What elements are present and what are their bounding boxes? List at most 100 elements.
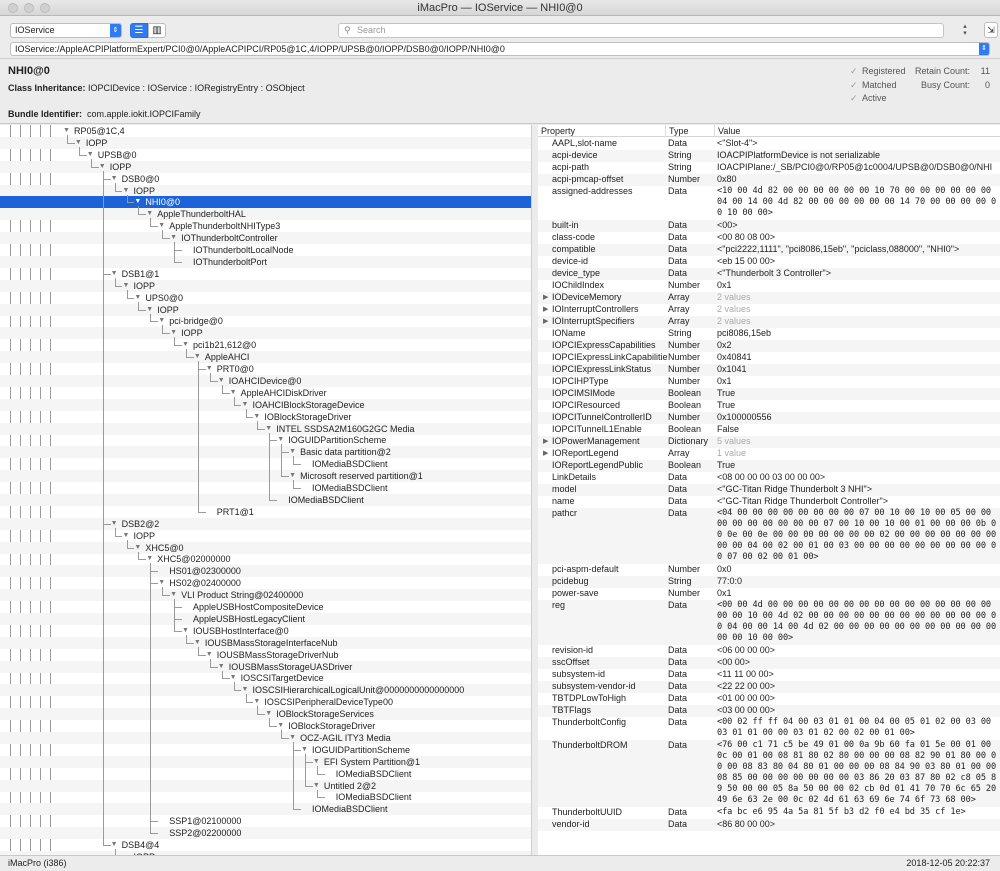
tree-row[interactable]: IOMediaBSDClient bbox=[0, 458, 531, 470]
tree-row[interactable]: ▼ IOBlockStorageServices bbox=[0, 708, 531, 721]
property-row[interactable]: IOPCIResourced Boolean True bbox=[538, 400, 1000, 412]
zoom-window-button[interactable] bbox=[40, 3, 50, 13]
tree-row[interactable]: ▼ pci-bridge@0 bbox=[0, 315, 531, 327]
tree-row[interactable]: ▼ IOPP bbox=[0, 279, 531, 292]
tree-row[interactable]: ▼ IOPP bbox=[0, 184, 531, 197]
property-row[interactable]: IOReportLegendPublic Boolean True bbox=[538, 460, 1000, 472]
property-row[interactable]: ▶ IOPowerManagement Dictionary 5 values bbox=[538, 436, 1000, 448]
tree-row[interactable]: ▼ AppleAHCIDiskDriver bbox=[0, 387, 531, 399]
tree-row[interactable]: IOThunderboltPort bbox=[0, 255, 531, 268]
tree-row[interactable]: ▼ VLI Product String@02400000 bbox=[0, 589, 531, 602]
property-row[interactable]: AAPL,slot-name Data <"Slot-4"> bbox=[538, 138, 1000, 150]
tree-row[interactable]: ▼ UPS0@0 bbox=[0, 292, 531, 304]
tree-row[interactable]: ▼ RP05@1C,4 bbox=[0, 125, 531, 137]
property-row[interactable]: vendor-id Data <86 80 00 00> bbox=[538, 819, 1000, 831]
property-row[interactable]: ▶ IOInterruptControllers Array 2 values bbox=[538, 304, 1000, 316]
tree-row[interactable]: ▼ OCZ-AGIL ITY3 Media bbox=[0, 731, 531, 744]
header-value[interactable]: Value bbox=[714, 125, 740, 137]
property-row[interactable]: device_type Data <"Thunderbolt 3 Controlle… bbox=[538, 268, 1000, 280]
list-view-button[interactable]: ☰ bbox=[130, 23, 148, 38]
tree-row[interactable]: ▼ IOBlockStorageDriver bbox=[0, 411, 531, 423]
tree-row[interactable]: ▼ IOSCSITargetDevice bbox=[0, 672, 531, 684]
disclosure-triangle-icon[interactable]: ▶ bbox=[543, 436, 548, 447]
tree-row[interactable]: ▼ AppleThunderboltHAL bbox=[0, 208, 531, 221]
tree-row[interactable]: ▼ IOPP bbox=[0, 160, 531, 173]
property-row[interactable]: pcidebug String 77:0:0 bbox=[538, 576, 1000, 588]
tree-row[interactable]: ▼ IOBlockStorageDriver bbox=[0, 720, 531, 732]
properties-table[interactable]: Property Type Value AAPL,slot-name Data <"… bbox=[538, 125, 1000, 855]
header-type[interactable]: Type bbox=[665, 125, 689, 137]
property-row[interactable]: acpi-device String IOACPIPlatformDevice is… bbox=[538, 150, 1000, 162]
minimize-window-button[interactable] bbox=[24, 3, 34, 13]
tree-row[interactable]: ▼ IOThunderboltController bbox=[0, 232, 531, 245]
property-row[interactable]: IOPCIExpressLinkCapabilities Number 0x4084… bbox=[538, 352, 1000, 364]
tree-row[interactable]: ▼ IOSCSIHierarchicalLogicalUnit@000000000… bbox=[0, 684, 531, 697]
tree-row[interactable]: ▼ IOAHCIDevice@0 bbox=[0, 374, 531, 387]
property-row[interactable]: IOPCIExpressLinkStatus Number 0x1041 bbox=[538, 364, 1000, 376]
property-row[interactable]: LinkDetails Data <08 00 00 00 03 00 00 00> bbox=[538, 472, 1000, 484]
tree-row[interactable]: ▼ DSB2@2 bbox=[0, 517, 531, 530]
property-row[interactable]: pci-aspm-default Number 0x0 bbox=[538, 564, 1000, 576]
plane-select[interactable]: IOService ⇕ bbox=[10, 23, 122, 38]
property-row[interactable]: model Data <"GC-Titan Ridge Thunderbolt 3 … bbox=[538, 484, 1000, 496]
property-row[interactable]: IOName String pci8086,15eb bbox=[538, 328, 1000, 340]
property-row[interactable]: name Data <"GC-Titan Ridge Thunderbolt Con… bbox=[538, 496, 1000, 508]
property-row[interactable]: ThunderboltUUID Data <fa bc e6 95 4a 5a 81… bbox=[538, 807, 1000, 819]
property-row[interactable]: built-in Data <00> bbox=[538, 220, 1000, 232]
property-row[interactable]: assigned-addresses Data <10 00 4d 82 00 00… bbox=[538, 186, 1000, 220]
tree-row[interactable]: ▼ IOUSBMassStorageUASDriver bbox=[0, 660, 531, 673]
tree-row[interactable]: ▼ IOSCSIPeripheralDeviceType00 bbox=[0, 696, 531, 708]
tree-row[interactable]: ▼ PRT0@0 bbox=[0, 363, 531, 375]
tree-row[interactable]: SSP1@02100000 bbox=[0, 815, 531, 827]
property-row[interactable]: ▶ IODeviceMemory Array 2 values bbox=[538, 292, 1000, 304]
tree-row[interactable]: HS01@02300000 bbox=[0, 565, 531, 578]
tree-row[interactable]: ▼ IOPP bbox=[0, 530, 531, 542]
property-row[interactable]: ▶ IOInterruptSpecifiers Array 2 values bbox=[538, 316, 1000, 328]
disclosure-triangle-icon[interactable]: ▶ bbox=[543, 292, 548, 303]
disclosure-triangle-icon[interactable]: ▶ bbox=[543, 448, 548, 459]
tree-row[interactable]: IOThunderboltLocalNode bbox=[0, 244, 531, 256]
property-row[interactable]: power-save Number 0x1 bbox=[538, 588, 1000, 600]
tree-row[interactable]: ▼ AppleThunderboltNHIType3 bbox=[0, 220, 531, 232]
tree-row[interactable]: IOMediaBSDClient bbox=[0, 768, 531, 780]
tree-row[interactable]: ▼ INTEL SSDSA2M160G2GC Media bbox=[0, 422, 531, 435]
tree-row[interactable]: ▼ IOPP bbox=[0, 327, 531, 340]
tree-row[interactable]: ▼ IOUSBMassStorageDriverNub bbox=[0, 649, 531, 661]
tree-row[interactable]: ▼ Basic data partition@2 bbox=[0, 446, 531, 459]
property-row[interactable]: IOChildIndex Number 0x1 bbox=[538, 280, 1000, 292]
tree-row[interactable]: SSP2@02200000 bbox=[0, 827, 531, 840]
header-property[interactable]: Property bbox=[538, 125, 575, 137]
export-button[interactable]: ⇲ bbox=[984, 22, 998, 38]
property-row[interactable]: revision-id Data <06 00 00 00> bbox=[538, 645, 1000, 657]
tree-row[interactable]: IOMediaBSDClient bbox=[0, 482, 531, 494]
property-row[interactable]: acpi-pmcap-offset Number 0x80 bbox=[538, 174, 1000, 186]
tree-row[interactable]: ▼ IOUSBHostInterface@0 bbox=[0, 625, 531, 637]
tree-row[interactable]: PRT1@1 bbox=[0, 506, 531, 518]
property-row[interactable]: TBTFlags Data <03 00 00 00> bbox=[538, 705, 1000, 717]
property-row[interactable]: subsystem-id Data <11 11 00 00> bbox=[538, 669, 1000, 681]
tree-row[interactable]: IOMediaBSDClient bbox=[0, 803, 531, 816]
property-row[interactable]: ThunderboltConfig Data <00 02 ff ff 04 00 … bbox=[538, 717, 1000, 740]
disclosure-triangle-icon[interactable]: ▶ bbox=[543, 304, 548, 315]
close-window-button[interactable] bbox=[8, 3, 18, 13]
search-stepper[interactable]: ▴ ▾ bbox=[960, 23, 970, 38]
tree-row[interactable]: ▼ HS02@02400000 bbox=[0, 577, 531, 589]
path-field[interactable]: IOService:/AppleACPIPlatformExpert/PCI0@… bbox=[10, 42, 990, 56]
property-row[interactable]: IOPCIMSIMode Boolean True bbox=[538, 388, 1000, 400]
property-row[interactable]: class-code Data <00 80 08 00> bbox=[538, 232, 1000, 244]
tree-row[interactable]: IOMediaBSDClient bbox=[0, 493, 531, 506]
property-row[interactable]: sscOffset Data <00 00> bbox=[538, 657, 1000, 669]
property-row[interactable]: IOPCIExpressCapabilities Number 0x2 bbox=[538, 340, 1000, 352]
tree-row[interactable]: ▼ IOPP bbox=[0, 303, 531, 316]
tree-row[interactable]: ▼ XHC5@0 bbox=[0, 541, 531, 554]
disclosure-triangle-icon[interactable]: ▶ bbox=[543, 316, 548, 327]
property-row[interactable]: IOPCITunnelControllerID Number 0x100000556 bbox=[538, 412, 1000, 424]
tree-row[interactable]: ▼ NHI0@0 bbox=[0, 196, 531, 209]
property-row[interactable]: device-id Data <eb 15 00 00> bbox=[538, 256, 1000, 268]
tree-row[interactable]: ▼ IOGUIDPartitionScheme bbox=[0, 434, 531, 446]
tree-row[interactable]: ▼ EFI System Partition@1 bbox=[0, 755, 531, 768]
tree-row[interactable]: ▼ Untitled 2@2 bbox=[0, 779, 531, 792]
tree-row[interactable]: ▼ DSB1@1 bbox=[0, 268, 531, 280]
property-row[interactable]: reg Data <00 00 4d 00 00 00 00 00 00 00 00… bbox=[538, 600, 1000, 645]
tree-row[interactable]: IOMediaBSDClient bbox=[0, 791, 531, 803]
